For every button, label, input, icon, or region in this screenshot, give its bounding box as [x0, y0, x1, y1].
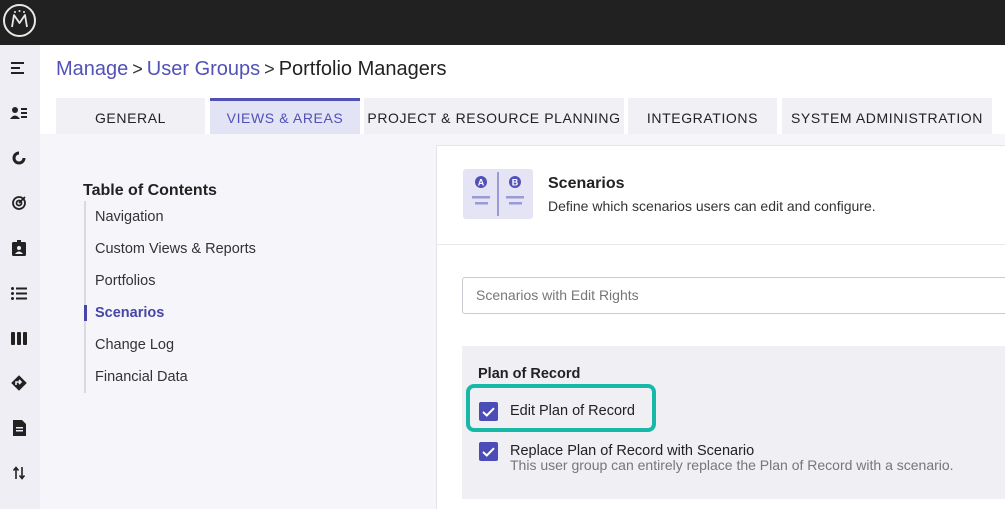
replace-plan-of-record-help: This user group can entirely replace the… — [510, 457, 954, 473]
toc-item-custom-views-reports[interactable]: Custom Views & Reports — [86, 233, 284, 265]
scenarios-description: Define which scenarios users can edit an… — [548, 198, 876, 214]
tab-integrations[interactable]: INTEGRATIONS — [628, 98, 777, 134]
checkmark-icon — [482, 406, 495, 417]
edit-plan-of-record-checkbox[interactable] — [479, 402, 498, 421]
main-area: Manage > User Groups > Portfolio Managers GE… — [40, 45, 1005, 509]
scenarios-header: A B Scenarios Define which scenarios use… — [437, 146, 1005, 245]
scenarios-panel: A B Scenarios Define which scenarios use… — [436, 145, 1005, 509]
toc-item-financial-data[interactable]: Financial Data — [86, 361, 284, 393]
monogram-logo-icon[interactable] — [3, 4, 36, 37]
toc-item-navigation[interactable]: Navigation — [86, 201, 284, 233]
roadmap-icon[interactable] — [8, 372, 30, 394]
tab-project-resource-planning[interactable]: PROJECT & RESOURCE PLANNING — [364, 98, 624, 134]
tab-content: Table of Contents Navigation Custom View… — [40, 134, 1005, 509]
tab-views-areas[interactable]: VIEWS & AREAS — [210, 98, 360, 134]
list-icon[interactable] — [8, 282, 30, 304]
edit-plan-of-record-label: Edit Plan of Record — [510, 403, 635, 419]
edit-plan-of-record-option[interactable]: Edit Plan of Record — [479, 402, 635, 421]
scenario-letter-a: A — [478, 178, 485, 188]
toc-item-change-log[interactable]: Change Log — [86, 329, 284, 361]
toc-item-portfolios[interactable]: Portfolios — [86, 265, 284, 297]
sort-arrows-icon[interactable] — [8, 462, 30, 484]
breadcrumb-user-groups[interactable]: User Groups — [147, 58, 260, 80]
plan-of-record-section: Plan of Record Edit Plan of Record Repla… — [462, 346, 1005, 499]
table-of-contents: Navigation Custom Views & Reports Portfo… — [84, 201, 284, 393]
scenario-letter-b: B — [512, 178, 519, 188]
pie-chart-icon[interactable] — [8, 147, 30, 169]
toc-item-scenarios[interactable]: Scenarios — [84, 297, 284, 329]
breadcrumb-separator: > — [264, 59, 275, 79]
plan-of-record-title: Plan of Record — [478, 366, 581, 382]
top-bar — [0, 0, 1005, 45]
tab-general[interactable]: GENERAL — [56, 98, 205, 134]
scenarios-edit-rights-select[interactable]: Scenarios with Edit Rights — [462, 277, 1005, 314]
users-list-icon[interactable] — [8, 102, 30, 124]
scenarios-title: Scenarios — [548, 175, 625, 192]
target-icon[interactable] — [8, 192, 30, 214]
breadcrumb: Manage > User Groups > Portfolio Managers — [56, 57, 447, 81]
breadcrumb-current: Portfolio Managers — [278, 58, 447, 80]
toc-title: Table of Contents — [83, 182, 217, 199]
scenario-ab-icon: A B — [463, 169, 533, 219]
checkmark-icon — [482, 446, 495, 457]
badge-icon[interactable] — [8, 237, 30, 259]
replace-plan-of-record-checkbox[interactable] — [479, 442, 498, 461]
breadcrumb-manage[interactable]: Manage — [56, 58, 128, 80]
left-icon-rail — [0, 45, 40, 509]
breadcrumb-separator: > — [132, 59, 143, 79]
document-icon[interactable] — [8, 417, 30, 439]
columns-icon[interactable] — [8, 327, 30, 349]
menu-collapse-icon[interactable] — [8, 57, 30, 79]
tab-system-administration[interactable]: SYSTEM ADMINISTRATION — [782, 98, 992, 134]
